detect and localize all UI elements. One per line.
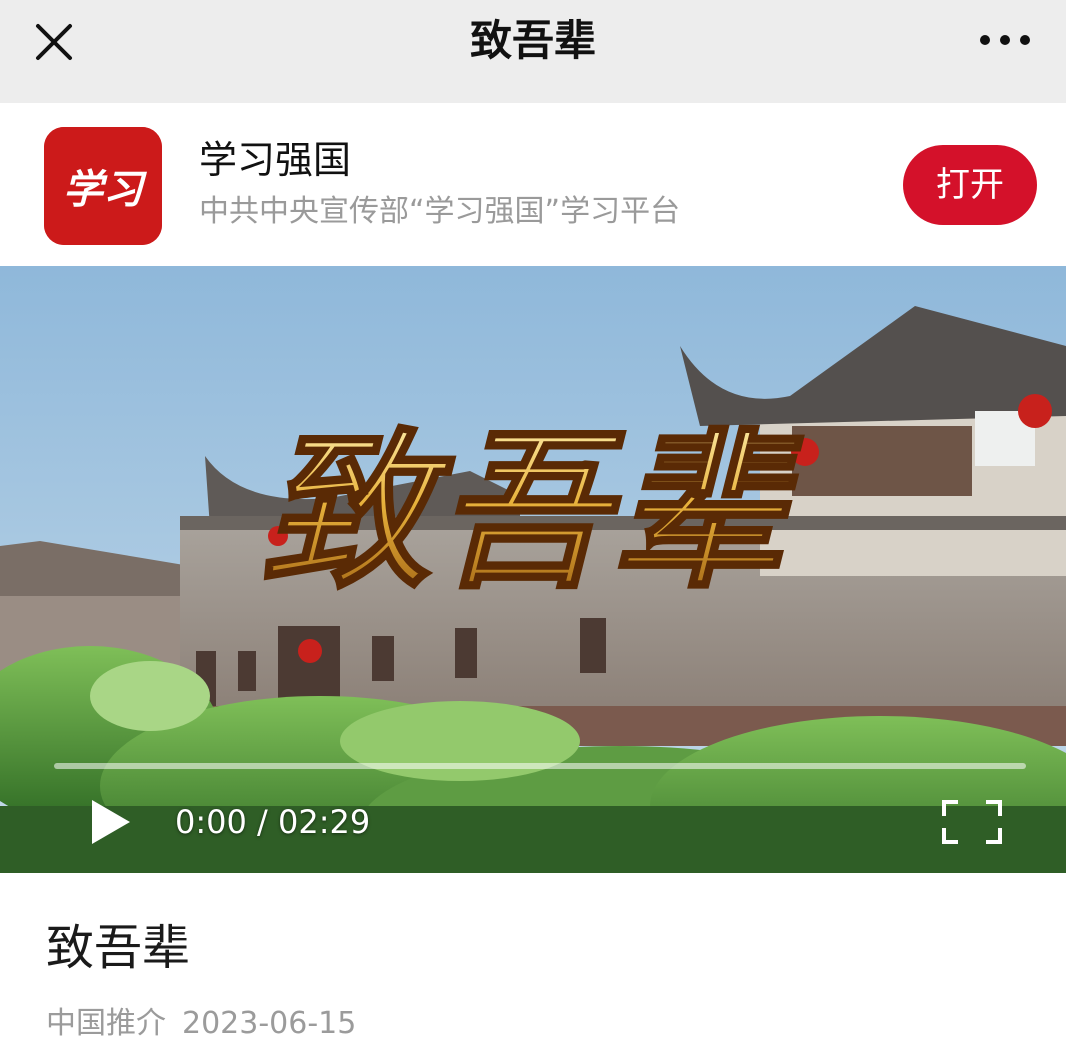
app-icon-text: 学习 — [63, 166, 147, 213]
time-display: 0:00 / 02:29 — [175, 802, 370, 842]
page-title: 致吾辈 — [469, 16, 596, 65]
open-app-button[interactable]: 打开 — [903, 145, 1037, 225]
app-banner: 学习 学习强国 中共中央宣传部“学习强国”学习平台 打开 — [0, 103, 1066, 265]
top-nav-bar: 致吾辈 — [0, 0, 1066, 103]
time-separator: / — [257, 803, 268, 841]
fullscreen-icon[interactable] — [940, 798, 1004, 846]
current-time: 0:00 — [175, 803, 247, 841]
xuexi-app-icon[interactable]: 学习 — [44, 127, 162, 245]
article-meta: 中国推介 2023-06-15 — [46, 1003, 372, 1045]
article-source[interactable]: 中国推介 — [46, 1006, 166, 1041]
video-overlay-title: 致吾辈 — [261, 412, 803, 612]
app-name: 学习强国 — [199, 138, 352, 182]
progress-bar[interactable] — [54, 763, 1026, 769]
article-title: 致吾辈 — [46, 920, 191, 976]
duration: 02:29 — [277, 803, 371, 841]
video-player[interactable]: 致吾辈 0:00 / 02:29 — [0, 266, 1066, 873]
more-icon[interactable] — [974, 22, 1036, 58]
app-description: 中共中央宣传部“学习强国”学习平台 — [199, 194, 681, 229]
video-frame: 致吾辈 — [0, 266, 1066, 873]
play-icon[interactable] — [84, 794, 136, 850]
article-date: 2023-06-15 — [182, 1006, 357, 1041]
